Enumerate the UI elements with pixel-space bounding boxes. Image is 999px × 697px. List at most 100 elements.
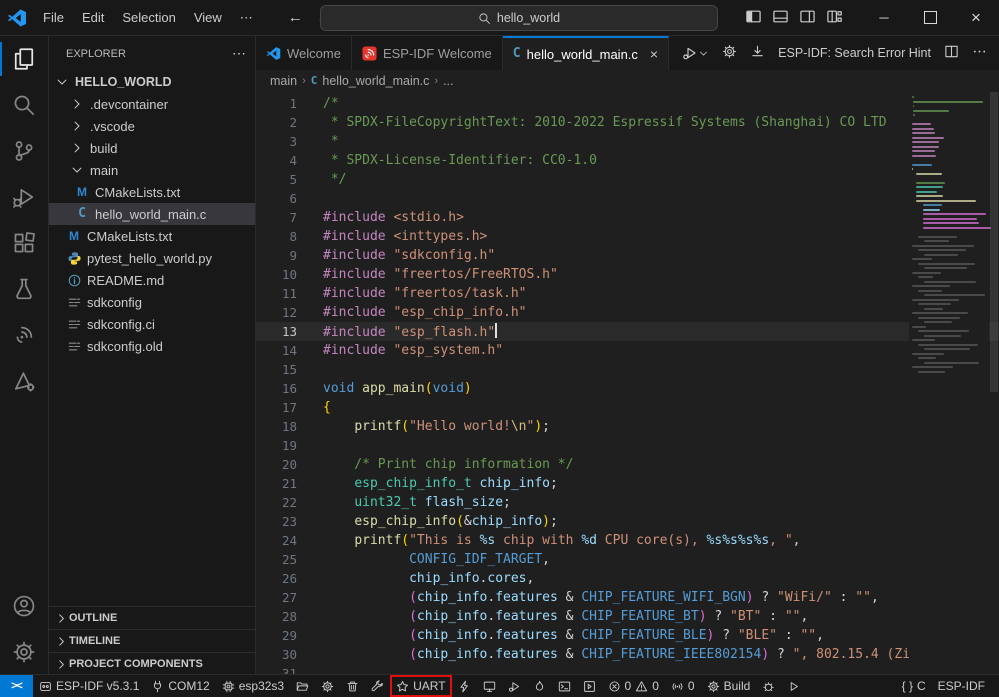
activity-accounts[interactable] <box>0 583 48 629</box>
tab-esp-idf-welcome[interactable]: ESP-IDF Welcome <box>352 36 503 70</box>
command-center-search[interactable]: hello_world <box>320 5 718 31</box>
activity-esp-idf-explorer[interactable] <box>0 312 48 358</box>
code-line-22[interactable]: 22 uint32_t flash_size; <box>256 493 999 512</box>
activity-run-and-debug[interactable] <box>0 174 48 220</box>
status-debug-device[interactable] <box>502 675 527 697</box>
menu-selection[interactable]: Selection <box>113 6 184 30</box>
code-line-15[interactable]: 15 <box>256 360 999 379</box>
tree-item-build[interactable]: build <box>49 137 255 159</box>
explorer-more-actions-button[interactable]: ⋯ <box>232 45 247 62</box>
code-line-29[interactable]: 29 (chip_info.features & CHIP_FEATURE_BL… <box>256 626 999 645</box>
vertical-scrollbar[interactable] <box>989 92 999 675</box>
status-esp-idf-version[interactable]: ESP-IDF v5.3.1 <box>33 675 145 697</box>
breadcrumb-symbol[interactable]: ... <box>443 74 453 88</box>
scrollbar-thumb[interactable] <box>990 92 998 392</box>
status-monitor-device[interactable] <box>477 675 502 697</box>
code-line-12[interactable]: 12 #include "esp_chip_info.h" <box>256 303 999 322</box>
activity-testing[interactable] <box>0 266 48 312</box>
tree-item-hello-world-main-c[interactable]: Chello_world_main.c <box>49 203 255 225</box>
activity-search[interactable] <box>0 82 48 128</box>
status-menuconfig[interactable] <box>315 675 340 697</box>
activity-source-control[interactable] <box>0 128 48 174</box>
code-line-17[interactable]: 17 { <box>256 398 999 417</box>
status-build-task[interactable]: Build <box>701 675 757 697</box>
status-erase-flash[interactable] <box>527 675 552 697</box>
tree-item-readme-md[interactable]: README.md <box>49 269 255 291</box>
tree-item--devcontainer[interactable]: .devcontainer <box>49 93 255 115</box>
tree-item-sdkconfig-ci[interactable]: sdkconfig.ci <box>49 313 255 335</box>
code-line-19[interactable]: 19 <box>256 436 999 455</box>
status-language-status[interactable]: { }C <box>896 675 932 697</box>
run-menu-button[interactable] <box>682 45 709 61</box>
status-idf-tools[interactable] <box>365 675 390 697</box>
code-line-18[interactable]: 18 printf("Hello world!\n"); <box>256 417 999 436</box>
code-line-11[interactable]: 11 #include "freertos/task.h" <box>256 284 999 303</box>
section-timeline[interactable]: TIMELINE <box>49 629 255 652</box>
search-error-hint-button[interactable]: ESP-IDF: Search Error Hint <box>778 46 931 60</box>
layout-customize-toggle[interactable] <box>826 8 843 28</box>
breadcrumb-folder[interactable]: main <box>270 74 297 88</box>
minimap[interactable] <box>909 92 989 675</box>
tree-item--vscode[interactable]: .vscode <box>49 115 255 137</box>
tree-item-cmakelists-txt[interactable]: MCMakeLists.txt <box>49 225 255 247</box>
code-line-27[interactable]: 27 (chip_info.features & CHIP_FEATURE_WI… <box>256 588 999 607</box>
code-line-5[interactable]: 5 */ <box>256 170 999 189</box>
layout-panel-toggle[interactable] <box>772 8 789 28</box>
code-line-16[interactable]: 16 void app_main(void) <box>256 379 999 398</box>
activity-esp-component-registry[interactable] <box>0 358 48 404</box>
activity-explorer[interactable] <box>0 36 48 82</box>
tree-item-sdkconfig[interactable]: sdkconfig <box>49 291 255 313</box>
code-line-28[interactable]: 28 (chip_info.features & CHIP_FEATURE_BT… <box>256 607 999 626</box>
close-button[interactable]: × <box>953 0 999 35</box>
menu-⋯[interactable]: ⋯ <box>231 6 262 30</box>
split-editor-button[interactable] <box>944 44 959 62</box>
status-esp-idf-extension[interactable]: ESP-IDF <box>932 675 991 697</box>
code-line-10[interactable]: 10 #include "freertos/FreeRTOS.h" <box>256 265 999 284</box>
code-line-20[interactable]: 20 /* Print chip information */ <box>256 455 999 474</box>
status-remote-indicator[interactable]: >< <box>0 675 33 697</box>
tree-item-sdkconfig-old[interactable]: sdkconfig.old <box>49 335 255 357</box>
code-line-8[interactable]: 8 #include <inttypes.h> <box>256 227 999 246</box>
code-line-4[interactable]: 4 * SPDX-License-Identifier: CC0-1.0 <box>256 151 999 170</box>
code-line-1[interactable]: 1 /* <box>256 94 999 113</box>
activity-manage[interactable] <box>0 629 48 675</box>
layout-sidebar-right-toggle[interactable] <box>799 8 816 28</box>
breadcrumb[interactable]: main›Chello_world_main.c›... <box>256 70 999 92</box>
activity-extensions[interactable] <box>0 220 48 266</box>
install-button[interactable] <box>750 44 765 62</box>
code-line-21[interactable]: 21 esp_chip_info_t chip_info; <box>256 474 999 493</box>
menu-view[interactable]: View <box>185 6 231 30</box>
code-line-14[interactable]: 14 #include "esp_system.h" <box>256 341 999 360</box>
code-line-24[interactable]: 24 printf("This is %s chip with %d CPU c… <box>256 531 999 550</box>
status-debug-task[interactable] <box>756 675 781 697</box>
code-editor[interactable]: 1 /* 2 * SPDX-FileCopyrightText: 2010-20… <box>256 92 999 675</box>
code-line-26[interactable]: 26 chip_info.cores, <box>256 569 999 588</box>
status-full-clean[interactable] <box>340 675 365 697</box>
section-outline[interactable]: OUTLINE <box>49 606 255 629</box>
status-custom-task[interactable] <box>577 675 602 697</box>
menu-file[interactable]: File <box>34 6 73 30</box>
status-idf-target[interactable]: esp32s3 <box>216 675 290 697</box>
status-flash-device[interactable] <box>452 675 477 697</box>
layout-sidebar-toggle[interactable] <box>745 8 762 28</box>
code-line-23[interactable]: 23 esp_chip_info(&chip_info); <box>256 512 999 531</box>
status-ports[interactable]: 0 <box>665 675 701 697</box>
editor-more-actions-button[interactable] <box>972 44 987 62</box>
status-flash-method[interactable]: UART <box>390 675 451 697</box>
code-line-3[interactable]: 3 * <box>256 132 999 151</box>
close-tab-button[interactable]: × <box>650 46 658 62</box>
status-idf-terminal[interactable] <box>552 675 577 697</box>
tab-hello-world-main-c[interactable]: Chello_world_main.c× <box>503 36 669 70</box>
code-line-9[interactable]: 9 #include "sdkconfig.h" <box>256 246 999 265</box>
nav-back-button[interactable]: ← <box>288 9 303 26</box>
code-line-6[interactable]: 6 <box>256 189 999 208</box>
status-problems[interactable]: 00 <box>602 675 665 697</box>
status-run-task[interactable] <box>781 675 806 697</box>
code-line-30[interactable]: 30 (chip_info.features & CHIP_FEATURE_IE… <box>256 645 999 664</box>
tree-item-pytest-hello-world-py[interactable]: pytest_hello_world.py <box>49 247 255 269</box>
code-line-13[interactable]: 13 #include "esp_flash.h" <box>256 322 999 341</box>
tab-welcome[interactable]: Welcome <box>256 36 352 70</box>
status-serial-port[interactable]: COM12 <box>145 675 215 697</box>
maximize-button[interactable] <box>907 0 953 35</box>
menu-edit[interactable]: Edit <box>73 6 113 30</box>
